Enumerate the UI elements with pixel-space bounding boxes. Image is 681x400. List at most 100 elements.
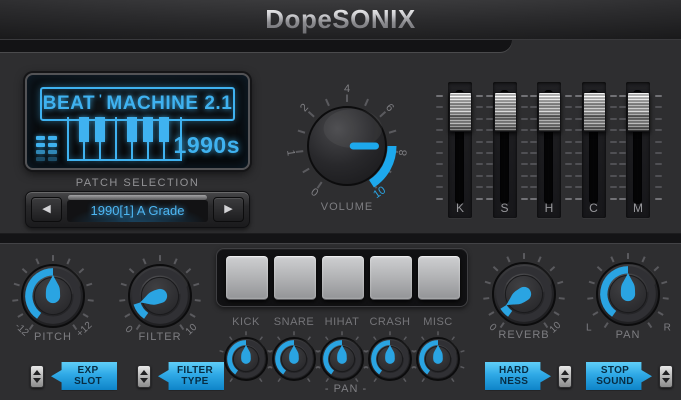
fader-scale-dash	[521, 141, 528, 143]
fader-scale-dash	[530, 141, 537, 143]
fader-scale-dash	[530, 129, 537, 131]
lcd-title-separator: '	[99, 92, 102, 106]
fader-scale-dash	[530, 106, 537, 108]
pad-crash[interactable]	[370, 256, 412, 300]
svg-text:8: 8	[397, 149, 410, 157]
fader-h: H	[537, 82, 561, 218]
fader-scale-dash	[476, 198, 483, 200]
fader-scale-dash	[521, 175, 528, 177]
fader-scale-dash	[655, 186, 662, 188]
fader-handle[interactable]	[494, 92, 517, 132]
stepper-up-icon	[561, 370, 569, 375]
fader-scale-dash	[476, 118, 483, 120]
patch-value-display[interactable]: 1990[1] A Grade	[67, 200, 208, 222]
fader-scale-dash	[575, 198, 582, 200]
fader-scale-dash	[521, 129, 528, 131]
fader-scale-dash	[530, 118, 537, 120]
stepper-down-icon	[33, 378, 41, 383]
fader-scale-dash	[436, 186, 443, 188]
fader-scale-dash	[565, 198, 572, 200]
fader-scale-dash	[655, 198, 662, 200]
pad-snare[interactable]	[274, 256, 316, 300]
fader-handle[interactable]	[449, 92, 472, 132]
fader-handle[interactable]	[627, 92, 650, 132]
fader-scale-dash	[565, 106, 572, 108]
pad-hihat[interactable]	[322, 256, 364, 300]
pad-bank	[216, 248, 468, 307]
fader-scale-dash	[436, 106, 443, 108]
fader-label: C	[582, 201, 606, 215]
pad-misc[interactable]	[418, 256, 460, 300]
fader-scale-dash	[436, 141, 443, 143]
fader-scale-dash	[655, 163, 662, 165]
hardness-stepper[interactable]	[558, 365, 572, 388]
stepper-up-icon	[662, 370, 670, 375]
fader-scale-dash	[575, 163, 582, 165]
filter-type-stepper[interactable]	[137, 365, 151, 388]
patch-prev-button[interactable]: ◀	[31, 197, 62, 222]
stop-sound-tag[interactable]: STOP SOUND	[586, 362, 652, 390]
fader-scale-dash	[530, 163, 537, 165]
filter-type-tag[interactable]: FILTER TYPE	[158, 362, 224, 390]
fader-scale-dash	[610, 186, 617, 188]
fader-scale-dash	[436, 95, 443, 97]
fader-scale-dash	[476, 95, 483, 97]
fader-scale-dash	[565, 152, 572, 154]
fader-scale-dash	[575, 118, 582, 120]
fader-scale-dash	[619, 95, 626, 97]
fader-scale-dash	[610, 175, 617, 177]
fader-scale-dash	[655, 118, 662, 120]
fader-scale-dash	[619, 118, 626, 120]
pattern-list-icon	[36, 136, 57, 161]
fader-scale-dash	[436, 163, 443, 165]
header-tab-decoration	[0, 40, 512, 52]
fader-scale-dash	[565, 118, 572, 120]
fader-scale-dash	[655, 129, 662, 131]
fader-scale-dash	[610, 129, 617, 131]
fader-scale-dash	[575, 129, 582, 131]
fader-label: K	[448, 201, 472, 215]
fader-scale-dash	[619, 175, 626, 177]
svg-text:4: 4	[344, 83, 350, 95]
fader-scale-dash	[530, 198, 537, 200]
fader-scale-dash	[610, 106, 617, 108]
fader-scale-dash	[436, 118, 443, 120]
patch-selection-label: PATCH SELECTION	[25, 177, 250, 189]
pan-misc-knob[interactable]	[402, 323, 474, 395]
fader-scale-dash	[619, 141, 626, 143]
svg-text:1: 1	[284, 149, 297, 157]
volume-knob[interactable]: 01246810	[280, 79, 414, 213]
fader-c: C	[582, 82, 606, 218]
fader-scale-dash	[530, 175, 537, 177]
stop-sound-stepper[interactable]	[659, 365, 673, 388]
pad-kick[interactable]	[226, 256, 268, 300]
right-arrow-icon: ▶	[224, 203, 232, 215]
hardness-tag[interactable]: HARD NESS	[485, 362, 551, 390]
patch-next-button[interactable]: ▶	[213, 197, 244, 222]
fader-scale-dash	[575, 95, 582, 97]
exp-slot-stepper[interactable]	[30, 365, 44, 388]
fader-scale-dash	[486, 106, 493, 108]
fader-scale-dash	[486, 186, 493, 188]
fader-scale-dash	[521, 198, 528, 200]
filter-label: FILTER	[110, 331, 210, 343]
fader-scale-dash	[486, 141, 493, 143]
fader-scale-dash	[521, 118, 528, 120]
stepper-up-icon	[140, 370, 148, 375]
fader-scale-dash	[521, 186, 528, 188]
fader-handle[interactable]	[583, 92, 606, 132]
fader-scale-dash	[655, 141, 662, 143]
lcd-title: BEAT' MACHINE 2.1	[40, 87, 235, 121]
fader-scale-dash	[575, 141, 582, 143]
fader-label: M	[626, 201, 650, 215]
fader-scale-dash	[575, 106, 582, 108]
exp-slot-tag[interactable]: EXP SLOT	[51, 362, 117, 390]
fader-scale-dash	[565, 95, 572, 97]
piano-keys-icon	[67, 117, 182, 161]
pan-label: PAN	[578, 329, 678, 341]
fader-scale-dash	[486, 152, 493, 154]
fader-scale-dash	[619, 129, 626, 131]
header-bar: DopeSONIX	[0, 0, 681, 40]
lcd-title-right: MACHINE 2.1	[106, 93, 232, 115]
fader-handle[interactable]	[538, 92, 561, 132]
